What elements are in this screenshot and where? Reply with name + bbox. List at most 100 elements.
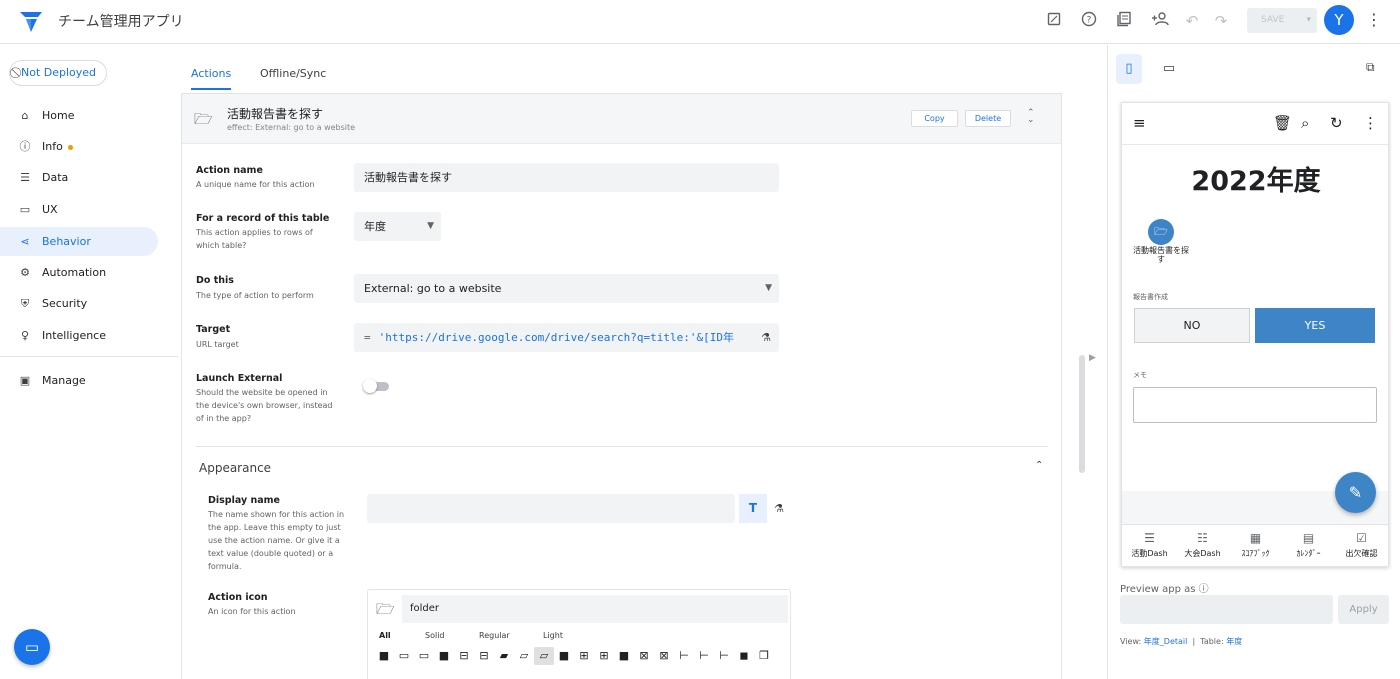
sidebar-item-home[interactable]: ⌂ Home: [0, 101, 158, 130]
more-vert-icon[interactable]: ⋮: [1366, 10, 1382, 29]
copy-button[interactable]: Copy: [911, 110, 958, 127]
save-button[interactable]: SAVE ▾: [1247, 8, 1317, 33]
open-in-new-icon[interactable]: ⧉: [1366, 60, 1375, 75]
icon-filter-all[interactable]: All: [379, 631, 391, 640]
nav-item-scorebook[interactable]: ▦ ｽｺｱﾌﾞｯｸ: [1229, 525, 1282, 566]
help-icon[interactable]: ?: [1079, 11, 1099, 31]
folder-tree-icon[interactable]: ⊢: [694, 647, 714, 665]
folder-open-selected-icon[interactable]: ▱: [534, 647, 554, 665]
folder-open-icon[interactable]: ▱: [514, 647, 534, 665]
calendar-icon: ▤: [1302, 531, 1315, 545]
record-table-select[interactable]: 年度 ▼: [354, 212, 441, 241]
tablet-preview-icon[interactable]: ▭: [1156, 54, 1182, 84]
expression-assistant-icon[interactable]: ⚗: [767, 494, 791, 523]
nav-item-activity-dash[interactable]: ☰ 活動Dash: [1123, 525, 1176, 566]
action-card-header[interactable]: 🗁 活動報告書を探す effect: External: go to a web…: [182, 94, 1061, 144]
folder-minus-icon[interactable]: ⊟: [454, 647, 474, 665]
folder-solid-icon[interactable]: ■: [374, 647, 394, 665]
deploy-status-chip[interactable]: ⃠Not Deployed: [9, 60, 108, 86]
save-dropdown-icon[interactable]: ▾: [1306, 8, 1311, 33]
yes-button[interactable]: YES: [1255, 308, 1375, 343]
nav-item-attendance[interactable]: ☑ 出欠確認: [1335, 525, 1388, 566]
folder-times-solid-icon[interactable]: ■: [614, 647, 634, 665]
delete-icon[interactable]: 🗑: [1273, 114, 1292, 132]
docs-icon[interactable]: [1114, 11, 1134, 31]
avatar[interactable]: Y: [1324, 5, 1354, 35]
no-button[interactable]: NO: [1134, 308, 1250, 343]
folder-tree-solid-icon[interactable]: ⊢: [674, 647, 694, 665]
sidebar-item-data[interactable]: ☰ Data: [0, 163, 158, 192]
launch-external-toggle[interactable]: [363, 379, 389, 393]
folder-icon[interactable]: ▭: [394, 647, 414, 665]
folder-times-light-icon[interactable]: ⊠: [654, 647, 674, 665]
folder-plus-icon[interactable]: ⊞: [574, 647, 594, 665]
folder-light-icon[interactable]: ▭: [414, 647, 434, 665]
icon-filter-light[interactable]: Light: [543, 631, 563, 640]
table-link[interactable]: 年度: [1226, 637, 1242, 646]
search-icon[interactable]: ⌕: [1301, 114, 1309, 132]
folder-plus-light-icon[interactable]: ⊞: [594, 647, 614, 665]
nav-item-calendar[interactable]: ▤ ｶﾚﾝﾀﾞｰ: [1282, 525, 1335, 566]
view-link[interactable]: 年度_Detail: [1144, 637, 1188, 646]
do-this-select[interactable]: External: go to a website ▼: [354, 274, 779, 303]
editor-scrollbar-thumb[interactable]: [1079, 355, 1085, 473]
chat-icon: ▭: [24, 638, 40, 656]
target-expression-input[interactable]: = 'https://drive.google.com/drive/search?…: [354, 323, 779, 352]
icon-search-input[interactable]: folder: [402, 595, 788, 623]
tab-offline-sync[interactable]: Offline/Sync: [260, 67, 326, 80]
nav-item-tournament-dash[interactable]: ☷ 大会Dash: [1176, 525, 1229, 566]
sort-menu-icon[interactable]: ≡: [1133, 114, 1146, 132]
apply-button[interactable]: Apply: [1338, 595, 1389, 624]
appearance-section-title[interactable]: Appearance: [199, 461, 271, 475]
expression-assistant-icon[interactable]: ⚗: [759, 323, 771, 352]
folder-open-icon[interactable]: 🗁: [1148, 219, 1174, 245]
sidebar-item-automation[interactable]: ⚙ Automation: [0, 258, 158, 287]
folder-open-solid-icon[interactable]: ▰: [494, 647, 514, 665]
share-person-add-icon[interactable]: [1150, 11, 1170, 31]
memo-input[interactable]: [1133, 387, 1377, 423]
folder-times-icon[interactable]: ⊠: [634, 647, 654, 665]
tab-actions[interactable]: Actions: [191, 67, 231, 80]
more-vert-icon[interactable]: ⋮: [1363, 114, 1378, 132]
action-button-label[interactable]: 活動報告書を探す: [1132, 246, 1190, 264]
text-mode-button[interactable]: T: [739, 494, 767, 523]
delete-button[interactable]: Delete: [965, 110, 1011, 127]
list-icon: ☰: [1144, 531, 1155, 545]
sidebar-item-label: Manage: [42, 374, 86, 387]
preview-toggle-icon[interactable]: [1044, 11, 1064, 31]
folder-plus-solid-icon[interactable]: ■: [554, 647, 574, 665]
undo-icon[interactable]: ↶: [1182, 11, 1202, 31]
sidebar-item-label: Intelligence: [42, 329, 107, 342]
chat-support-button[interactable]: ▭: [14, 629, 50, 665]
folder-solid-icon[interactable]: ■: [434, 647, 454, 665]
info-label: Info: [42, 140, 63, 153]
sidebar-item-ux[interactable]: ▭ UX: [0, 195, 158, 224]
sidebar-item-info[interactable]: ⓘ Info: [0, 132, 158, 161]
sidebar-item-security[interactable]: ⛨ Security: [0, 289, 158, 318]
display-name-input[interactable]: [367, 494, 735, 523]
redo-icon[interactable]: ↷: [1211, 11, 1231, 31]
action-card: 🗁 活動報告書を探す effect: External: go to a web…: [181, 93, 1062, 679]
expand-collapse-icon[interactable]: ⌃ ⌄: [1027, 109, 1035, 125]
chevron-up-icon[interactable]: ⌃: [1035, 460, 1043, 471]
phone-preview-icon[interactable]: ▯: [1116, 54, 1142, 84]
folders-solid-icon[interactable]: ◼: [734, 647, 754, 665]
sidebar-item-behavior[interactable]: ⋖ Behavior: [0, 227, 158, 256]
edit-fab[interactable]: ✎: [1335, 472, 1376, 513]
panel-collapse-icon[interactable]: ▶: [1089, 353, 1096, 363]
refresh-icon[interactable]: ↻: [1330, 114, 1343, 132]
info-icon[interactable]: ⓘ: [1199, 584, 1209, 595]
numbered-list-icon: ☷: [1197, 531, 1208, 545]
info-icon: ⓘ: [19, 140, 31, 153]
view-prefix: View:: [1120, 637, 1142, 646]
folder-minus-light-icon[interactable]: ⊟: [474, 647, 494, 665]
preview-as-input[interactable]: [1120, 595, 1333, 624]
icon-filter-solid[interactable]: Solid: [425, 631, 445, 640]
action-name-input[interactable]: 活動報告書を探す: [354, 163, 779, 192]
folder-tree-light-icon[interactable]: ⊢: [714, 647, 734, 665]
icon-filter-regular[interactable]: Regular: [479, 631, 510, 640]
sidebar-item-label: Automation: [42, 266, 107, 279]
sidebar-item-intelligence[interactable]: ♀ Intelligence: [0, 321, 158, 350]
folders-icon[interactable]: ❐: [754, 647, 774, 665]
sidebar-item-manage[interactable]: ▣ Manage: [0, 366, 158, 395]
